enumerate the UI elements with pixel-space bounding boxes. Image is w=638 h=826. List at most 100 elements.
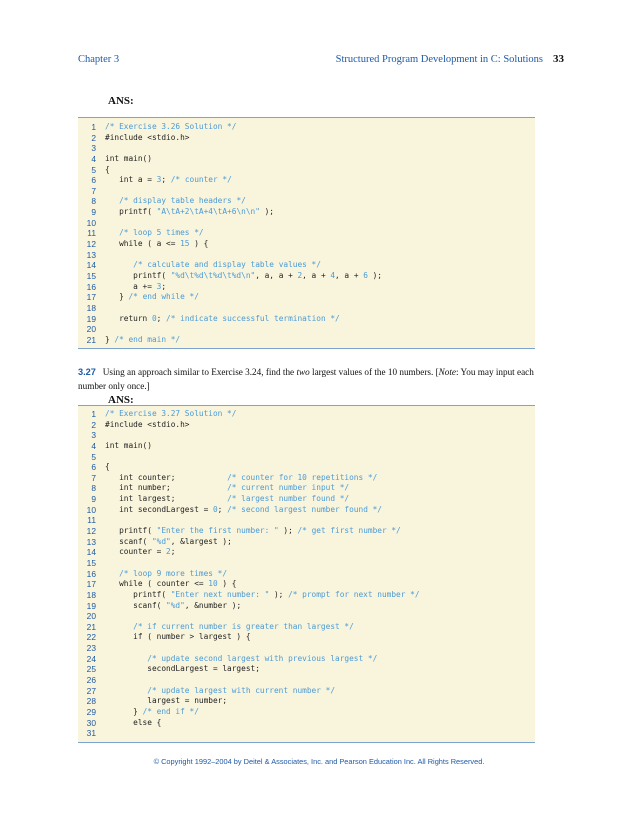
code-line: 12 while ( a <= 15 ) { xyxy=(78,239,535,250)
line-number: 9 xyxy=(91,494,96,505)
code-line: 21 /* if current number is greater than … xyxy=(78,622,535,633)
code-line: 8 int number; /* current number input */ xyxy=(78,483,535,494)
code-line: 19 return 0; /* indicate successful term… xyxy=(78,314,535,325)
line-code: counter = 2; xyxy=(105,547,175,558)
code-comment: /* indicate successful termination */ xyxy=(166,313,340,323)
line-code: while ( a <= 15 ) { xyxy=(105,239,208,250)
line-code: int secondLargest = 0; /* second largest… xyxy=(105,505,382,516)
line-code: #include <stdio.h> xyxy=(105,133,190,144)
line-number: 30 xyxy=(86,717,96,728)
code-line: 10 xyxy=(78,218,535,229)
code-text: ); xyxy=(269,589,289,599)
code-line: 27 /* update largest with current number… xyxy=(78,686,535,697)
line-number: 23 xyxy=(86,643,96,654)
code-line: 13 xyxy=(78,250,535,261)
line-code: } /* end while */ xyxy=(105,292,199,303)
code-text: int number; xyxy=(105,483,228,493)
code-comment: /* end main */ xyxy=(114,334,181,344)
chapter-label: Chapter 3 xyxy=(78,54,120,65)
line-number: 8 xyxy=(91,483,96,494)
line-number: 7 xyxy=(91,472,96,483)
code-line: 11 /* loop 5 times */ xyxy=(78,228,535,239)
code-string: "A\tA+2\tA+4\tA+6\n\n" xyxy=(156,207,260,217)
code-line: 6 int a = 3; /* counter */ xyxy=(78,175,535,186)
line-code: /* display table headers */ xyxy=(105,196,246,207)
code-line: 15 printf( "%d\t%d\t%d\t%d\n", a, a + 2,… xyxy=(78,271,535,282)
line-number: 11 xyxy=(87,228,96,239)
code-string: "%d" xyxy=(166,600,185,610)
line-number: 2 xyxy=(91,132,96,143)
code-line: 28 largest = number; xyxy=(78,696,535,707)
code-comment: /* update second largest with previous l… xyxy=(147,653,378,663)
code-line: 25 secondLargest = largest; xyxy=(78,664,535,675)
code-text: { xyxy=(105,462,110,472)
exercise-3-27-text: 3.27 Using an approach similar to Exerci… xyxy=(78,365,558,393)
line-code: secondLargest = largest; xyxy=(105,664,260,675)
code-line: 4 int main() xyxy=(78,441,535,452)
line-code: a += 3; xyxy=(105,282,166,293)
line-code: int counter; /* counter for 10 repetitio… xyxy=(105,473,377,484)
line-code: int a = 3; /* counter */ xyxy=(105,175,232,186)
code-line: 7 xyxy=(78,186,535,197)
code-text: scanf( xyxy=(105,600,167,610)
running-title: Structured Program Development in C: Sol… xyxy=(335,54,543,65)
code-line: 9 printf( "A\tA+2\tA+4\tA+6\n\n" ); xyxy=(78,207,535,218)
code-comment: /* second largest number found */ xyxy=(227,504,382,514)
line-number: 28 xyxy=(86,696,96,707)
code-text: printf( xyxy=(105,526,157,536)
code-comment: /* Exercise 3.26 Solution */ xyxy=(105,122,237,131)
line-code: { xyxy=(105,462,110,473)
code-line: 6{ xyxy=(78,462,535,473)
code-line: 3 xyxy=(78,143,535,154)
code-line: 24 /* update second largest with previou… xyxy=(78,654,535,665)
line-number: 25 xyxy=(86,664,96,675)
code-comment: /* prompt for next number */ xyxy=(288,589,420,599)
line-code: #include <stdio.h> xyxy=(105,420,190,431)
line-number: 10 xyxy=(86,217,96,228)
code-line: 17 } /* end while */ xyxy=(78,292,535,303)
code-text: int largest; xyxy=(105,494,228,504)
line-number: 27 xyxy=(86,685,96,696)
code-line: 18 printf( "Enter next number: " ); /* p… xyxy=(78,590,535,601)
code-line: 16 /* loop 9 more times */ xyxy=(78,569,535,580)
line-code: /* if current number is greater than lar… xyxy=(105,622,354,633)
line-code: /* update second largest with previous l… xyxy=(105,654,377,665)
code-string: "%d\t%d\t%d\t%d\n" xyxy=(170,270,256,280)
line-number: 6 xyxy=(91,175,96,186)
code-listing-3-27: 1 /* Exercise 3.27 Solution */ 2 #include <… xyxy=(78,405,535,743)
line-number: 12 xyxy=(86,526,96,537)
code-text: , a + xyxy=(302,270,331,280)
line-code: printf( "%d\t%d\t%d\t%d\n", a, a + 2, a … xyxy=(105,271,382,282)
line-number: 14 xyxy=(86,547,96,558)
code-comment: /* loop 9 more times */ xyxy=(119,568,228,578)
code-line: 2 #include <stdio.h> xyxy=(78,420,535,431)
code-text: else { xyxy=(105,717,162,727)
code-text: #include <stdio.h> xyxy=(105,132,190,142)
code-string: "Enter the first number: " xyxy=(156,526,279,536)
code-comment: /* end if */ xyxy=(142,706,199,716)
code-comment: /* get first number */ xyxy=(297,526,401,536)
code-text: int a = xyxy=(105,175,157,185)
line-code: /* Exercise 3.26 Solution */ xyxy=(105,122,236,133)
code-line: 21} /* end main */ xyxy=(78,335,535,346)
code-comment: /* Exercise 3.27 Solution */ xyxy=(105,409,237,418)
line-code: /* update largest with current number */ xyxy=(105,686,335,697)
line-number: 18 xyxy=(86,589,96,600)
line-code: else { xyxy=(105,718,161,729)
line-number: 19 xyxy=(86,313,96,324)
answer-label: ANS: xyxy=(108,95,134,107)
code-text: scanf( xyxy=(105,536,152,546)
line-code: printf( "Enter the first number: " ); /*… xyxy=(105,526,401,537)
code-text: , a + xyxy=(335,270,364,280)
line-number: 13 xyxy=(86,249,96,260)
code-text: int secondLargest = xyxy=(105,504,213,514)
code-comment: /* calculate and display table values */ xyxy=(133,260,321,270)
line-code: int main() xyxy=(105,441,152,452)
exercise-text-before: Using an approach similar to Exercise 3.… xyxy=(102,367,297,377)
line-code: int main() xyxy=(105,154,152,165)
line-number: 7 xyxy=(91,185,96,196)
code-line: 16 a += 3; xyxy=(78,282,535,293)
